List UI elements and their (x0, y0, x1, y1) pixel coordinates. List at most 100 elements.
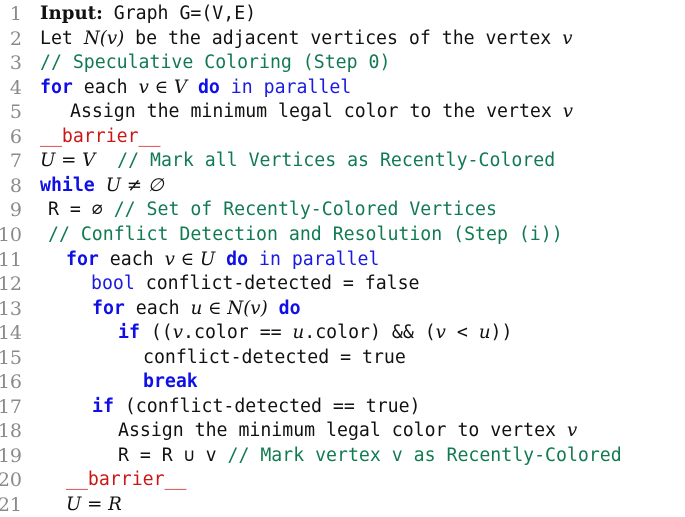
line-number: 6 (9, 125, 22, 148)
keyword: while (40, 174, 95, 196)
line-number: 2 (9, 27, 22, 50)
code-text: U = V // Mark all Vertices as Recently-C… (40, 149, 555, 173)
keyword: do (226, 248, 249, 270)
code-token: Assign the minimum legal color to the ve… (70, 101, 563, 123)
code-text: // Speculative Coloring (Step 0) (40, 51, 390, 75)
comment: // Set of Recently-Colored Vertices (113, 199, 497, 221)
keyword: in parallel (219, 76, 352, 98)
code-token: R = ∅ (48, 199, 114, 221)
comment: // Mark all Vertices as Recently-Colored (95, 150, 556, 172)
line-number: 10 (0, 223, 22, 246)
pseudocode-listing: 1 Input: Graph G=(V,E) 2 Let N(v) be the ad… (0, 0, 685, 516)
code-text: if ((v.color == u.color) && (v < u)) (118, 321, 512, 345)
math-expression: v (172, 322, 184, 344)
code-token: .color == (183, 322, 293, 344)
code-token: Assign the minimum legal color to vertex (118, 420, 567, 442)
code-token: each (98, 248, 165, 270)
line-number: 8 (9, 174, 22, 197)
code-token: be the adjacent vertices of the vertex (124, 27, 563, 49)
code-text: conflict-detected = true (143, 346, 406, 370)
code-token: (conflict-detected == true) (113, 395, 421, 417)
keyword: do (278, 297, 301, 319)
math-expression: v (562, 27, 573, 49)
label: Input: (40, 3, 103, 24)
code-token: R = R ∪ v (118, 444, 228, 466)
code-token: each (124, 297, 191, 319)
code-text: U = R (66, 493, 122, 517)
keyword: for (40, 76, 73, 98)
code-text: Let N(v) be the adjacent vertices of the… (40, 27, 572, 51)
line-number: 19 (0, 444, 22, 467)
math-expression: U ≠ ∅ (105, 174, 164, 196)
code-token: .color) && ( (304, 322, 436, 344)
code-text: break (143, 370, 198, 394)
line-number: 12 (0, 273, 22, 296)
code-text: bool conflict-detected = false (91, 272, 420, 296)
barrier: __barrier__ (40, 125, 161, 147)
code-token: conflict-detected = false (134, 273, 420, 295)
keyword: in parallel (248, 248, 380, 270)
code-token: conflict-detected = true (143, 346, 406, 368)
line-number: 9 (9, 199, 22, 222)
code-text: for each v ∈ V do in parallel (40, 76, 351, 100)
line-number: 14 (0, 322, 22, 345)
math-expression: U = R (66, 494, 122, 515)
math-expression: N(v) (83, 27, 125, 49)
barrier: __barrier__ (66, 469, 187, 491)
keyword: bool (91, 273, 135, 295)
line-number: 15 (0, 346, 22, 369)
code-token: Let (40, 27, 84, 49)
code-text: if (conflict-detected == true) (92, 395, 421, 419)
line-number: 11 (0, 248, 22, 271)
math-expression: u ∈ N(v) (190, 297, 268, 319)
code-text: Assign the minimum legal color to vertex… (118, 419, 577, 443)
code-text: R = ∅ // Set of Recently-Colored Vertice… (48, 198, 497, 222)
code-text: // Conflict Detection and Resolution (St… (48, 223, 563, 247)
line-number: 1 (9, 3, 22, 25)
math-expression: v (562, 101, 574, 123)
math-expression: v ∈ U (164, 248, 216, 270)
code-token: Graph G=(V,E) (102, 3, 257, 24)
keyword: for (92, 297, 125, 319)
code-text: __barrier__ (66, 468, 186, 492)
math-expression: v ∈ V (138, 76, 187, 98)
keyword: break (143, 371, 198, 393)
line-number: 16 (0, 371, 22, 394)
code-token: each (72, 76, 139, 98)
math-expression: u (292, 322, 305, 344)
math-expression: u (478, 322, 491, 344)
line-number: 3 (9, 52, 22, 75)
code-text: R = R ∪ v // Mark vertex v as Recently-C… (118, 444, 622, 468)
keyword: for (66, 248, 99, 270)
line-number: 13 (0, 297, 22, 320)
math-expression: v (435, 322, 446, 344)
code-token: (( (139, 322, 173, 344)
comment: // Speculative Coloring (Step 0) (40, 52, 391, 74)
code-text: __barrier__ (40, 125, 160, 149)
keyword: if (118, 322, 140, 344)
math-expression: U = V (40, 150, 96, 172)
comment: // Mark vertex v as Recently-Colored (227, 444, 622, 466)
code-text: Assign the minimum legal color to the ve… (70, 100, 573, 124)
keyword: do (197, 76, 220, 98)
code-token: < (445, 322, 479, 344)
line-number: 18 (0, 420, 22, 443)
line-number: 5 (9, 101, 22, 124)
line-number: 21 (0, 494, 22, 516)
keyword: if (92, 395, 114, 417)
line-number: 7 (9, 150, 22, 173)
code-token: )) (490, 322, 513, 344)
code-text: for each u ∈ N(v) do (92, 297, 301, 321)
comment: // Conflict Detection and Resolution (St… (48, 223, 563, 245)
line-number: 20 (0, 469, 22, 492)
line-number: 17 (0, 395, 22, 418)
code-text: Input: Graph G=(V,E) (40, 2, 256, 26)
math-expression: v (566, 420, 578, 442)
line-number: 4 (9, 76, 22, 99)
code-text: for each v ∈ U do in parallel (66, 248, 379, 272)
code-text: while U ≠ ∅ (40, 174, 164, 198)
